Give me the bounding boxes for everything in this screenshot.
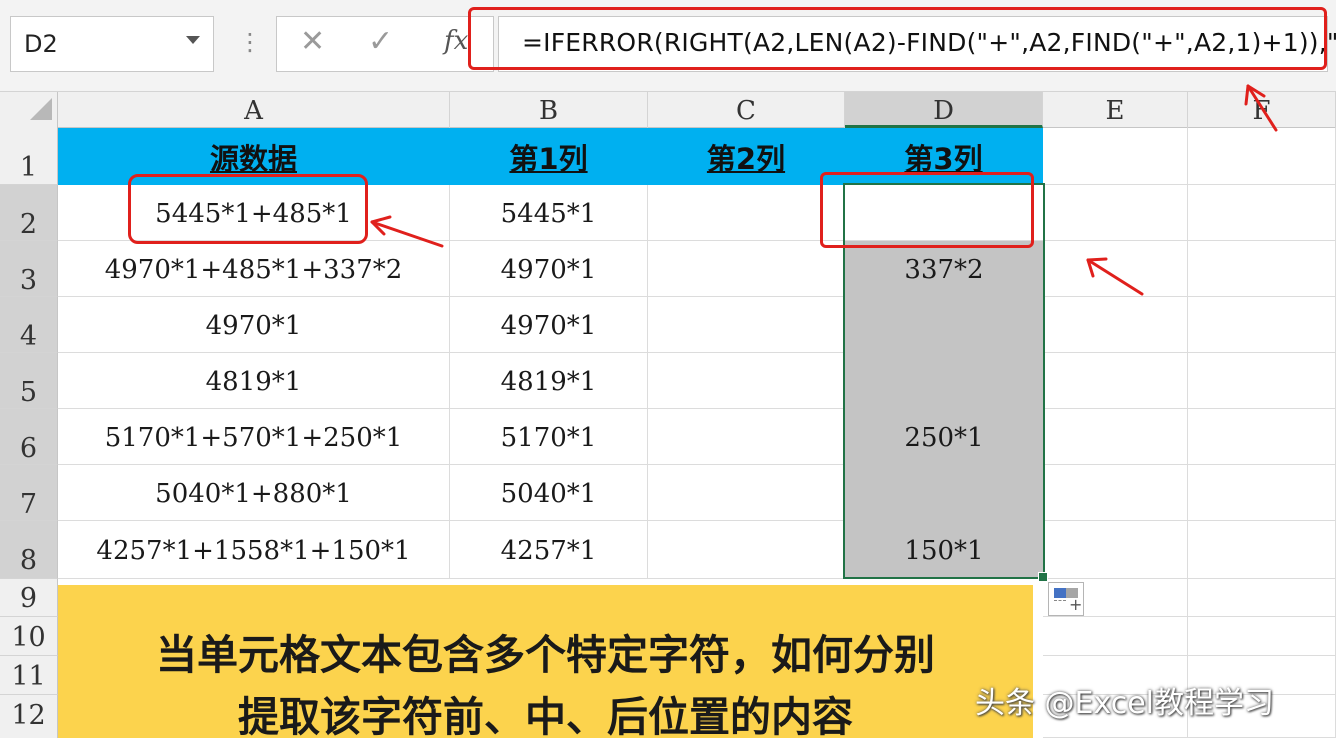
arrow-to-d2 xyxy=(1086,258,1144,296)
banner-line-2: 提取该字符前、中、后位置的内容 xyxy=(238,693,853,741)
arrow-to-formula xyxy=(1246,84,1278,132)
banner-line-1: 当单元格文本包含多个特定字符，如何分别 xyxy=(156,631,935,679)
watermark: 头条 @Excel教程学习 xyxy=(975,686,1275,721)
title-banner: 当单元格文本包含多个特定字符，如何分别 提取该字符前、中、后位置的内容 xyxy=(58,585,1033,741)
